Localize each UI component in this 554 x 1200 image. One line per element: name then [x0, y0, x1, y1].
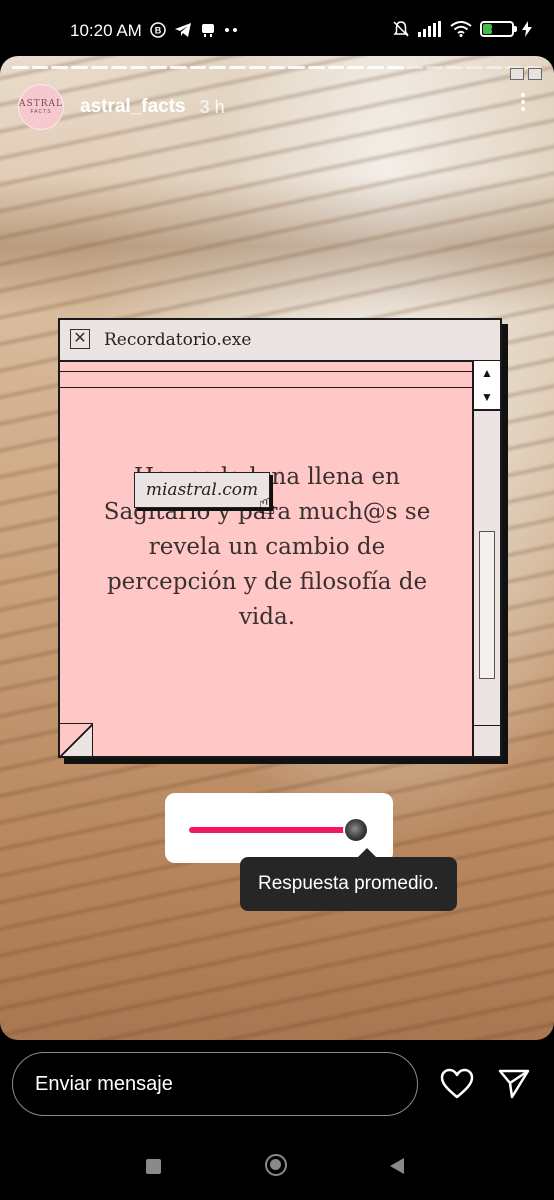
- progress-segment: [367, 66, 384, 69]
- minimize-icon: [528, 68, 542, 80]
- b-badge-icon: B: [150, 22, 166, 38]
- window-title: Recordatorio.exe: [104, 330, 252, 350]
- progress-segment: [110, 66, 128, 69]
- battery-icon: 32: [480, 21, 517, 37]
- battery-level: 32: [490, 22, 504, 34]
- progress-segment: [465, 66, 483, 69]
- recents-icon[interactable]: [146, 1159, 161, 1174]
- slider-knob[interactable]: [343, 817, 369, 843]
- progress-segment: [248, 66, 266, 69]
- scrollbar: ▲ ▼: [472, 361, 500, 756]
- progress-segment: [406, 66, 424, 69]
- progress-segment: [327, 66, 345, 69]
- progress-segment: [308, 66, 325, 69]
- window-titlebar: ✕ Recordatorio.exe: [60, 320, 500, 362]
- wifi-icon: [450, 21, 472, 37]
- story-timestamp: 3 h: [199, 96, 225, 117]
- background-dune-shading: [0, 176, 554, 316]
- status-bar: 10:20 AM B 32: [0, 0, 554, 62]
- average-response-tooltip: Respuesta promedio.: [240, 848, 457, 911]
- scroll-bottom-cap: [474, 725, 500, 756]
- progress-segment: [268, 66, 286, 69]
- window-controls: [510, 68, 542, 80]
- send-icon[interactable]: [498, 1068, 530, 1100]
- story-progress-bar: [12, 66, 542, 69]
- more-options-icon[interactable]: [520, 90, 526, 114]
- telegram-icon: [175, 23, 191, 37]
- notification-icon: [202, 24, 214, 37]
- progress-segment: [31, 66, 49, 69]
- website-link-button[interactable]: miastral.com: [134, 472, 270, 508]
- send-message-input[interactable]: Enviar mensaje: [12, 1052, 418, 1116]
- progress-segment: [130, 66, 148, 69]
- progress-segment: [229, 66, 246, 69]
- progress-segment: [288, 66, 306, 69]
- slider-track: [189, 827, 347, 833]
- progress-segment: [426, 66, 444, 69]
- scroll-up-arrow-icon: ▲: [474, 361, 500, 386]
- progress-segment: [169, 66, 187, 69]
- progress-segment: [446, 66, 463, 69]
- progress-segment: [189, 66, 207, 69]
- avatar-logo-subtext: FACTS: [30, 109, 52, 115]
- close-icon: ✕: [70, 329, 90, 349]
- avatar-logo-text: ASTRAL: [19, 99, 63, 109]
- window-menu-lines: [60, 361, 474, 388]
- progress-segment: [150, 66, 167, 69]
- avatar[interactable]: ASTRAL FACTS: [18, 84, 64, 130]
- notification-icons: B: [150, 22, 240, 38]
- heart-icon[interactable]: [440, 1068, 474, 1100]
- progress-segment: [90, 66, 108, 69]
- progress-segment: [12, 66, 29, 69]
- story-viewer[interactable]: ASTRAL FACTS astral_facts 3 h ✕ Recordat…: [0, 56, 554, 1040]
- system-navigation-bar: [0, 1140, 554, 1200]
- scroll-down-arrow-icon: ▼: [474, 385, 500, 411]
- username[interactable]: astral_facts: [80, 96, 186, 118]
- clock: 10:20 AM: [70, 21, 142, 40]
- svg-text:B: B: [155, 26, 162, 36]
- progress-segment: [485, 66, 503, 69]
- story-header[interactable]: ASTRAL FACTS astral_facts 3 h: [18, 84, 225, 130]
- recordatorio-window: ✕ Recordatorio.exe ▲ ▼ Hoy es la luna ll…: [58, 318, 502, 758]
- back-icon[interactable]: [390, 1158, 404, 1174]
- signal-icon: [418, 21, 441, 37]
- restore-icon: [510, 68, 524, 80]
- progress-segment: [347, 66, 365, 69]
- hand-cursor-icon: ☝: [258, 488, 277, 521]
- more-dots-icon: [225, 28, 237, 32]
- system-icons: 32: [392, 20, 532, 38]
- progress-segment: [71, 66, 88, 69]
- scroll-thumb: [479, 531, 495, 679]
- progress-segment: [209, 66, 227, 69]
- charging-icon: [522, 21, 532, 37]
- resize-corner-icon: [60, 723, 93, 756]
- progress-segment: [51, 66, 69, 69]
- progress-segment: [386, 66, 404, 69]
- home-icon[interactable]: [265, 1154, 287, 1176]
- mute-bell-icon: [393, 21, 409, 37]
